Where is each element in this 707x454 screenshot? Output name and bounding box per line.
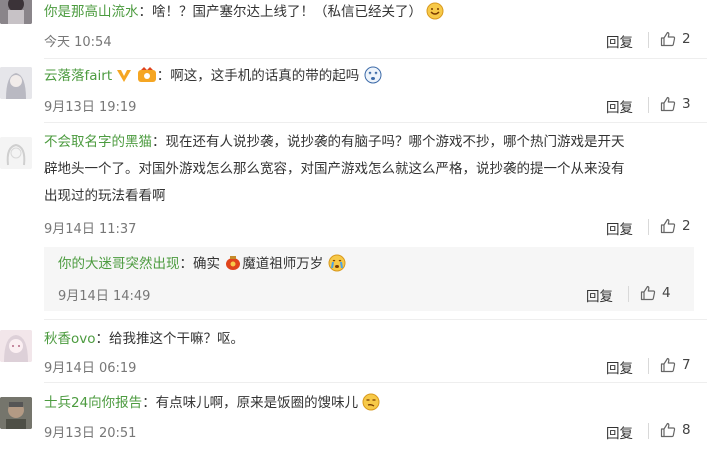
comment-time: 9月13日 19:19 [44, 100, 137, 115]
sub-reply-text: 你的大迷哥突然出现：确实 魔道祖师万岁 [58, 251, 346, 282]
thumbs-up-icon [660, 218, 676, 234]
comment-time: 9月14日 06:19 [44, 361, 137, 376]
dizzy-emoji-icon [364, 66, 382, 94]
like-count: 3 [682, 96, 691, 112]
like-count: 2 [682, 218, 691, 234]
like-count: 4 [662, 285, 671, 301]
like-count: 8 [682, 422, 691, 438]
reply-button[interactable]: 回复 [606, 218, 633, 238]
comment-text: 云落落fairt ：啊这，这手机的话真的带的起吗 [44, 63, 382, 94]
comment-text: 你是那高山流水：啥！？国产塞尔达上线了！（私信已经关了） [44, 0, 444, 30]
verified-v-icon [116, 66, 132, 93]
sub-reply: 你的大迷哥突然出现：确实 魔道祖师万岁 9月14日 14:49 回复 4 [44, 247, 694, 311]
comment-item: 云落落fairt ：啊这，这手机的话真的带的起吗 9月13日 19:19 回复 … [0, 59, 707, 122]
like-button[interactable]: 2 [660, 218, 691, 234]
thumbs-up-icon [660, 357, 676, 373]
comment-text: 秋香ovo：给我推这个干嘛？呕。 [44, 331, 245, 347]
divider [648, 358, 649, 374]
divider [648, 423, 649, 439]
comment-item: 士兵24向你报告：有点味儿啊，原来是饭圈的馊味儿 9月13日 20:51 回复 … [0, 383, 707, 454]
reply-button[interactable]: 回复 [586, 285, 613, 305]
laugh-emoji-icon [426, 2, 444, 30]
like-button[interactable]: 7 [660, 357, 691, 373]
like-count: 2 [682, 31, 691, 47]
sub-reply-author[interactable]: 你的大迷哥突然出现 [58, 256, 180, 272]
comment-item: 秋香ovo：给我推这个干嘛？呕。 9月14日 06:19 回复 7 [0, 320, 707, 382]
comment-item: 不会取名字的黑猫：现在还有人说抄袭，说抄袭的有脑子吗？哪个游戏不抄，哪个热门游戏… [0, 123, 707, 319]
comment-item: 你是那高山流水：啥！？国产塞尔达上线了！（私信已经关了） 今天 10:54 回复… [0, 0, 707, 58]
divider [628, 286, 629, 302]
comment-text: 不会取名字的黑猫：现在还有人说抄袭，说抄袭的有脑子吗？哪个游戏不抄，哪个热门游戏… [44, 134, 625, 204]
avatar[interactable] [0, 330, 32, 362]
thumbs-up-icon [660, 422, 676, 438]
reply-button[interactable]: 回复 [606, 31, 633, 51]
comment-text: 士兵24向你报告：有点味儿啊，原来是饭圈的馊味儿 [44, 390, 380, 421]
comment-author[interactable]: 不会取名字的黑猫 [44, 134, 152, 150]
smirk-emoji-icon [362, 393, 380, 421]
reply-button[interactable]: 回复 [606, 422, 633, 442]
crying-emoji-icon [328, 254, 346, 282]
thumbs-up-icon [660, 31, 676, 47]
comment-author[interactable]: 士兵24向你报告 [44, 395, 142, 411]
comment-author[interactable]: 秋香ovo [44, 331, 96, 347]
thumbs-up-icon [660, 96, 676, 112]
reply-button[interactable]: 回复 [606, 357, 633, 377]
avatar[interactable] [0, 137, 32, 169]
thumbs-up-icon [640, 285, 656, 301]
like-button[interactable]: 4 [640, 285, 671, 301]
divider [648, 219, 649, 235]
vip-badge-icon [137, 66, 157, 93]
like-button[interactable]: 8 [660, 422, 691, 438]
like-button[interactable]: 3 [660, 96, 691, 112]
comment-time: 9月13日 20:51 [44, 426, 137, 441]
divider [648, 97, 649, 113]
avatar[interactable] [0, 397, 32, 429]
divider [648, 32, 649, 48]
comment-time: 今天 10:54 [44, 35, 112, 50]
like-button[interactable]: 2 [660, 31, 691, 47]
like-count: 7 [682, 357, 691, 373]
reply-button[interactable]: 回复 [606, 96, 633, 116]
avatar[interactable] [0, 0, 32, 24]
sub-reply-time: 9月14日 14:49 [58, 289, 151, 304]
comment-author[interactable]: 云落落fairt [44, 68, 112, 84]
avatar[interactable] [0, 67, 32, 99]
lantern-emoji-icon [224, 254, 242, 282]
comment-time: 9月14日 11:37 [44, 222, 137, 237]
comment-author[interactable]: 你是那高山流水 [44, 4, 139, 20]
